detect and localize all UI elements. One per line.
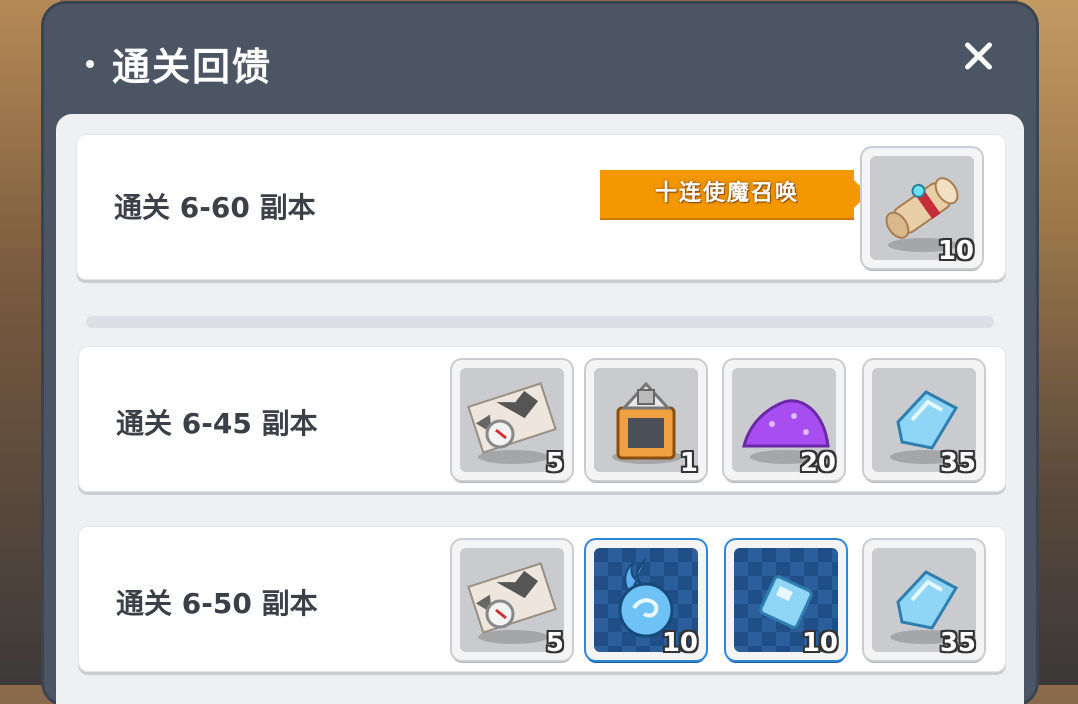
ten-summon-tag: 十连使魔召唤 <box>600 170 868 218</box>
item-count: 1 <box>679 448 698 478</box>
section-divider <box>86 316 994 328</box>
reward-item[interactable]: 20 <box>724 360 844 480</box>
reward-item[interactable]: 10 <box>862 148 982 268</box>
reward-item[interactable]: 1 <box>586 360 706 480</box>
reward-item[interactable]: 5 <box>452 540 572 660</box>
item-count: 10 <box>937 236 974 266</box>
title-bullet <box>86 60 94 68</box>
reward-item[interactable]: 35 <box>864 540 984 660</box>
row-label: 通关 6-60 副本 <box>114 191 316 224</box>
item-count: 10 <box>801 628 838 658</box>
item-count: 10 <box>661 628 698 658</box>
item-count: 5 <box>545 448 564 478</box>
tag-label: 十连使魔召唤 <box>654 181 799 206</box>
item-count: 20 <box>799 448 836 478</box>
reward-item[interactable]: 35 <box>864 360 984 480</box>
row-label: 通关 6-45 副本 <box>116 407 318 440</box>
row-label: 通关 6-50 副本 <box>116 587 318 620</box>
dialog-title: 通关回馈 <box>112 45 273 89</box>
item-count: 35 <box>939 628 976 658</box>
reward-item[interactable]: 10 <box>726 540 846 660</box>
item-count: 5 <box>545 628 564 658</box>
reward-item[interactable]: 5 <box>452 360 572 480</box>
reward-item[interactable]: 10 <box>586 540 706 660</box>
item-count: 35 <box>939 448 976 478</box>
close-icon[interactable] <box>958 36 998 76</box>
